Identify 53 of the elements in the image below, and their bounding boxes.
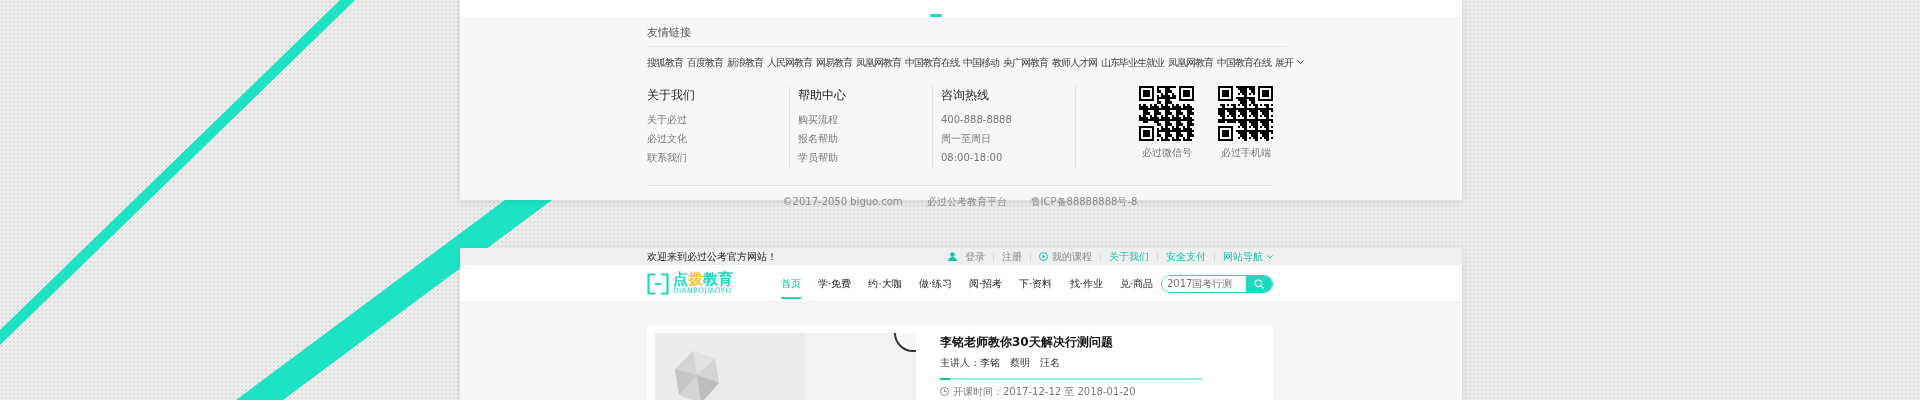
column-link[interactable]: 学员帮助 (798, 149, 932, 165)
course-title: 李铭老师教你30天解决行测问题 (940, 334, 1114, 351)
caret-icon (1297, 59, 1304, 65)
search-icon (1254, 278, 1264, 289)
friend-link[interactable]: 凤凰网教育 (1168, 54, 1213, 70)
column-title: 关于我们 (647, 86, 696, 104)
friend-link[interactable]: 网易教育 (816, 54, 852, 70)
friend-link[interactable]: 中国教育在线 (905, 54, 959, 70)
clock-icon (940, 387, 949, 396)
nav-tab[interactable]: 阅·招考 (968, 276, 1003, 299)
logo-icon (647, 272, 669, 295)
marker-icon (930, 14, 942, 17)
nav-tab[interactable]: 做·练习 (918, 276, 952, 299)
friend-link[interactable]: 搜狐教育 (647, 54, 683, 70)
column-link[interactable]: 必过文化 (647, 130, 789, 146)
friend-link[interactable]: 人民网教育 (767, 54, 812, 70)
column-link[interactable]: 报名帮助 (798, 130, 932, 146)
nav-tab[interactable]: 下·资料 (1019, 276, 1053, 299)
column-link[interactable]: 联系我们 (647, 149, 789, 165)
nav-tab[interactable]: 找·作业 (1069, 276, 1103, 299)
qr-caption: 必过微信号 (1141, 145, 1192, 160)
expand-link[interactable]: 展开 (1275, 54, 1304, 70)
friend-link[interactable]: 百度教育 (687, 54, 723, 70)
copyright-text: 鲁ICP备88888888号-8 (1030, 194, 1138, 209)
search-field[interactable]: 2017国考行测 (1161, 274, 1273, 293)
course-date: 开课时间：2017-12-12 至 2018-01-20 (953, 385, 1136, 399)
column-link[interactable]: 购买流程 (798, 111, 932, 127)
copyright-text: ©2017-2050 biguo.com (782, 194, 903, 209)
section-title: 友情链接 (647, 25, 692, 41)
friend-link[interactable]: 教师人才网 (1052, 54, 1097, 70)
column-title: 帮助中心 (798, 86, 847, 104)
user-icon (948, 252, 957, 261)
column-link[interactable]: 关于必过 (647, 111, 789, 127)
nav-tab[interactable]: 兑·商品 (1119, 276, 1153, 299)
nav-tab[interactable]: 约·大咖 (868, 276, 902, 299)
friend-link[interactable]: 新浪教育 (727, 54, 763, 70)
friend-link[interactable]: 中国移动 (963, 54, 999, 70)
friend-link[interactable]: 山东毕业生就业 (1101, 54, 1164, 70)
copyright-text: 必过公考教育平台 (926, 194, 1007, 209)
qr-caption: 必过手机端 (1220, 145, 1271, 160)
qr-code (1218, 85, 1273, 141)
lecturer-text: 主讲人：李铭 蔡明 汪名 (940, 356, 1061, 370)
play-icon (1039, 252, 1048, 261)
column-title: 咨询热线 (941, 86, 990, 104)
welcome-text: 欢迎来到必过公考官方网站！ (647, 250, 777, 264)
friend-link[interactable]: 中国教育在线 (1217, 54, 1271, 70)
nav-tab[interactable]: 学·免费 (818, 276, 852, 299)
search-button[interactable] (1246, 275, 1272, 292)
qr-code (1139, 85, 1194, 141)
caret-icon (1267, 254, 1273, 259)
friend-link[interactable]: 央广网教育 (1003, 54, 1048, 70)
friend-link[interactable]: 凤凰网教育 (856, 54, 901, 70)
logo-text: 点拨教育 (673, 271, 733, 287)
